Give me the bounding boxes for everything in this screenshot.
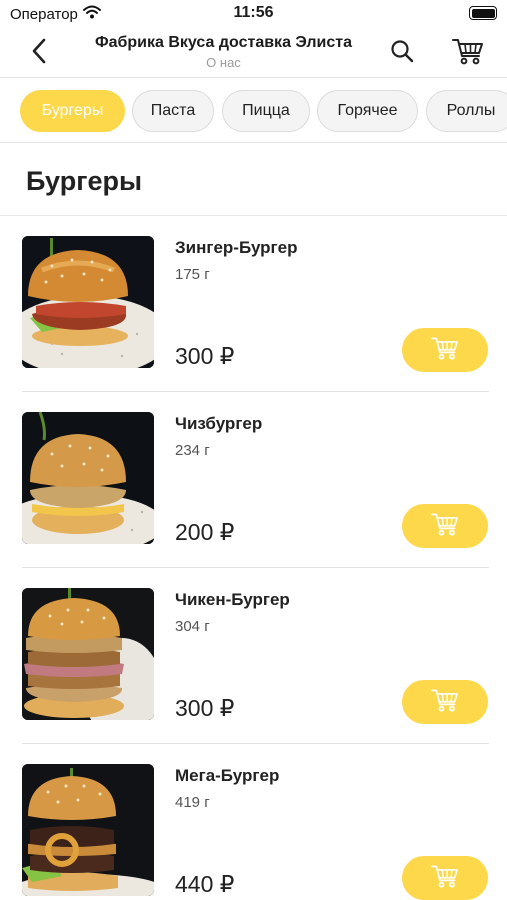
product-card[interactable]: Зингер-Бургер 175 г 300 ₽ [0,216,507,392]
product-name: Мега-Бургер [175,766,280,785]
product-price: 300 ₽ [175,343,235,369]
navigation-bar: Фабрика Вкуса доставка Элиста О нас [0,28,507,78]
tab-pizza[interactable]: Пицца [222,90,310,132]
product-weight: 304 г [175,618,210,635]
category-tabs: Бургеры Паста Пицца Горячее Роллы [0,79,507,143]
product-name: Чикен-Бургер [175,590,290,609]
cart-icon [429,335,461,366]
back-button[interactable] [22,36,56,70]
cart-icon [451,36,485,71]
section-title: Бургеры [26,166,143,196]
add-to-cart-button[interactable] [402,504,488,548]
product-image [22,236,154,368]
product-image [22,412,154,544]
chevron-left-icon [31,38,47,69]
status-bar: Оператор 11:56 [0,0,507,28]
page-title: Фабрика Вкуса доставка Элиста [94,34,353,51]
about-link[interactable]: О нас [70,55,377,70]
product-card[interactable]: Чикен-Бургер 304 г 300 ₽ [0,568,507,744]
add-to-cart-button[interactable] [402,680,488,724]
cart-button[interactable] [448,34,488,72]
tab-burgers[interactable]: Бургеры [20,90,125,132]
tab-rolls[interactable]: Роллы [426,90,507,132]
product-image [22,588,154,720]
tab-pasta[interactable]: Паста [132,90,214,132]
add-to-cart-button[interactable] [402,856,488,900]
product-weight: 234 г [175,442,210,459]
product-image [22,764,154,896]
tab-hot-dishes[interactable]: Горячее [317,90,418,132]
search-button[interactable] [385,36,419,70]
add-to-cart-button[interactable] [402,328,488,372]
search-icon [390,39,414,68]
product-name: Чизбургер [175,414,263,433]
product-price: 200 ₽ [175,519,235,545]
product-name: Зингер-Бургер [175,238,298,257]
product-weight: 175 г [175,266,210,283]
product-card[interactable]: Чизбургер 234 г 200 ₽ [0,392,507,568]
product-price: 440 ₽ [175,871,235,897]
battery-icon [469,6,497,20]
product-weight: 419 г [175,794,210,811]
cart-icon [429,687,461,718]
cart-icon [429,863,461,894]
nav-titles: Фабрика Вкуса доставка Элиста О нас [70,34,377,70]
product-list: Зингер-Бургер 175 г 300 ₽ Чизбургер 234 … [0,216,507,900]
product-price: 300 ₽ [175,695,235,721]
cart-icon [429,511,461,542]
product-card[interactable]: Мега-Бургер 419 г 440 ₽ [0,744,507,900]
status-time: 11:56 [233,4,274,21]
